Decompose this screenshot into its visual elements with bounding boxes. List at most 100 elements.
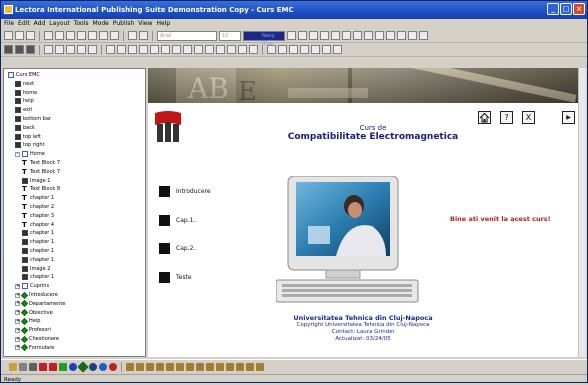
save-icon[interactable] — [26, 31, 35, 40]
arrow-left-icon[interactable] — [126, 362, 134, 371]
snap-icon[interactable] — [311, 45, 320, 54]
next-button[interactable]: ▶ — [562, 111, 575, 124]
blue-dot-icon[interactable] — [99, 362, 107, 371]
justify-icon[interactable] — [353, 31, 362, 40]
audio-icon[interactable] — [128, 45, 137, 54]
underline-icon[interactable] — [309, 31, 318, 40]
tree-node[interactable]: + Obiective — [15, 309, 53, 317]
green-color-icon[interactable] — [59, 362, 67, 371]
copy-icon[interactable] — [55, 31, 64, 40]
tree-node[interactable]: bottom bar — [15, 115, 51, 123]
radio-icon[interactable] — [227, 45, 236, 54]
format-icon[interactable] — [77, 31, 86, 40]
arrow-right-icon[interactable] — [136, 362, 144, 371]
expander-icon[interactable]: + — [15, 301, 20, 307]
tree-node[interactable]: top left — [15, 133, 41, 141]
menu-item-introducere[interactable]: Introducere — [159, 186, 211, 197]
tree-node[interactable]: top right — [15, 141, 45, 149]
indent-icon[interactable] — [375, 31, 384, 40]
vertical-scrollbar[interactable] — [578, 68, 586, 357]
align-icon[interactable] — [289, 45, 298, 54]
menu-tools[interactable]: Tools — [74, 19, 89, 29]
section-icon[interactable] — [15, 45, 24, 54]
menu-item-cap1[interactable]: Cap.1. — [159, 215, 195, 226]
bullets-icon[interactable] — [364, 31, 373, 40]
expander-icon[interactable]: + — [15, 327, 20, 333]
eraser-icon[interactable] — [216, 362, 224, 371]
expander-icon[interactable]: + — [15, 336, 20, 342]
symbol-icon[interactable] — [419, 31, 428, 40]
tree-node[interactable]: chapter 1 — [22, 238, 54, 246]
cut-icon[interactable] — [44, 31, 53, 40]
link-icon[interactable] — [397, 31, 406, 40]
tree-node[interactable]: Tchapter 2 — [22, 203, 54, 211]
tree-node[interactable]: chapter 1 — [22, 247, 54, 255]
menu-view[interactable]: View — [138, 19, 152, 29]
table-icon[interactable] — [408, 31, 417, 40]
spell-icon[interactable] — [110, 31, 119, 40]
tree-node[interactable]: Tchapter 1 — [22, 194, 54, 202]
menu-edit[interactable]: Edit — [18, 19, 30, 29]
tree-node[interactable]: + Formulare — [15, 344, 54, 352]
align-center-icon[interactable] — [331, 31, 340, 40]
menu-layout[interactable]: Layout — [49, 19, 69, 29]
green-diamond-icon[interactable] — [77, 360, 89, 373]
maximize-button[interactable]: □ — [560, 3, 572, 15]
pencil-icon[interactable] — [206, 362, 214, 371]
red-fill-icon[interactable] — [49, 362, 57, 371]
expander-icon[interactable]: + — [15, 310, 20, 316]
checkbox-icon[interactable] — [238, 45, 247, 54]
page-icon[interactable] — [26, 45, 35, 54]
open-icon[interactable] — [15, 31, 24, 40]
menu-item-cap2[interactable]: Cap.2. — [159, 243, 195, 254]
tree-node[interactable]: chapter 1 — [22, 256, 54, 264]
tree-node[interactable]: Image 2 — [22, 265, 50, 273]
menu-mode[interactable]: Mode — [92, 19, 108, 29]
paste-icon[interactable] — [66, 31, 75, 40]
line-tool-icon[interactable] — [19, 362, 27, 371]
expander-icon[interactable]: - — [15, 151, 20, 157]
tree-node[interactable]: Tchapter 4 — [22, 221, 54, 229]
exit-button[interactable]: X — [522, 111, 535, 124]
pointer-tool-icon[interactable] — [9, 362, 17, 371]
debug-icon[interactable] — [66, 45, 75, 54]
action-icon[interactable] — [172, 45, 181, 54]
video-icon[interactable] — [139, 45, 148, 54]
tree-node[interactable]: chapter 1 — [22, 273, 54, 281]
blue-circle-icon[interactable] — [69, 362, 77, 371]
star-icon[interactable] — [256, 362, 264, 371]
close-button[interactable]: × — [573, 3, 585, 15]
help-button[interactable]: ? — [500, 111, 513, 124]
outdent-icon[interactable] — [386, 31, 395, 40]
tree-node[interactable]: + Help — [15, 317, 40, 325]
test-icon[interactable] — [194, 45, 203, 54]
brush-icon[interactable] — [226, 362, 234, 371]
tree-node[interactable]: T Text Block 7 — [22, 168, 60, 176]
check-icon[interactable] — [196, 362, 204, 371]
tree-node[interactable]: back — [15, 124, 35, 132]
bring-front-icon[interactable] — [267, 45, 276, 54]
red-dot-icon[interactable] — [109, 362, 117, 371]
entry-icon[interactable] — [216, 45, 225, 54]
menu-publish[interactable]: Publish — [113, 19, 134, 29]
dash-tool-icon[interactable] — [29, 362, 37, 371]
arrow-both-icon[interactable] — [166, 362, 174, 371]
tree-node[interactable]: + Cuprins — [15, 282, 49, 290]
tree-node[interactable]: T Text Block 7 — [22, 159, 60, 167]
tree-node[interactable]: Image 1 — [22, 177, 50, 185]
button-icon[interactable] — [161, 45, 170, 54]
tree-node[interactable]: home — [15, 89, 37, 97]
home-icon[interactable] — [478, 111, 491, 124]
fill-icon[interactable] — [236, 362, 244, 371]
title-bar[interactable]: Lectora International Publishing Suite D… — [1, 1, 587, 19]
tree-node[interactable]: Curs EMC — [8, 71, 40, 79]
web-icon[interactable] — [88, 45, 97, 54]
expander-icon[interactable]: + — [15, 318, 20, 324]
undo-icon[interactable] — [88, 31, 97, 40]
curve-icon[interactable] — [186, 362, 194, 371]
tree-node[interactable]: help — [15, 97, 34, 105]
tree-node[interactable]: + Departamente — [15, 300, 65, 308]
run-icon[interactable] — [55, 45, 64, 54]
menu-help[interactable]: Help — [156, 19, 170, 29]
tree-node[interactable]: next — [15, 80, 34, 88]
